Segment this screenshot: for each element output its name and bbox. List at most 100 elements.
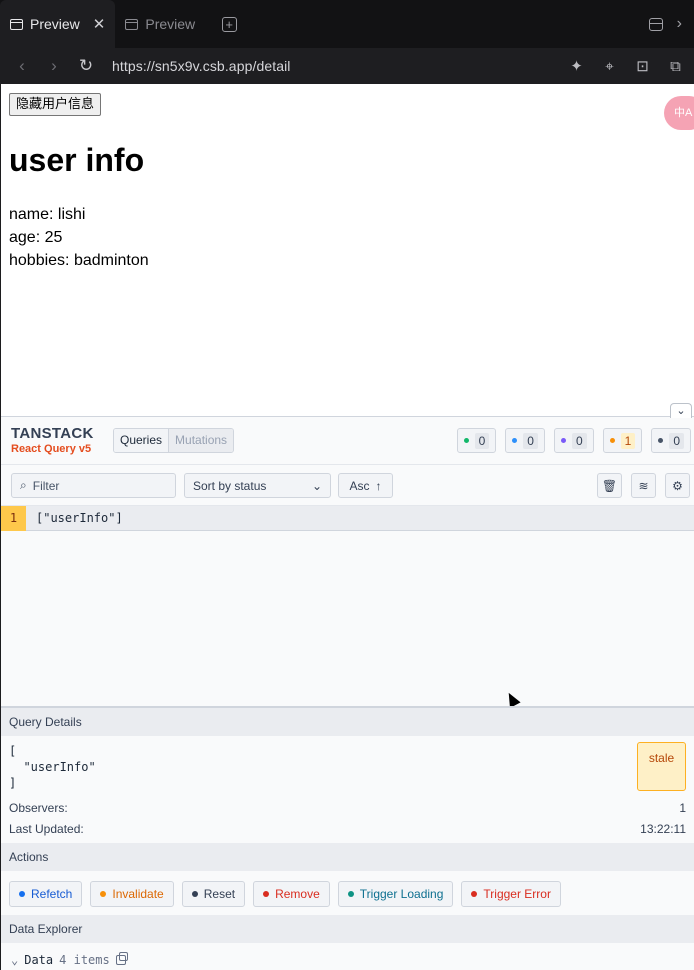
filter-input[interactable] — [32, 478, 153, 493]
query-key: ["userInfo"] — [36, 511, 123, 525]
status-count-badge[interactable]: 0 — [553, 428, 594, 453]
sort-order-label: Asc — [349, 478, 370, 493]
tab-preview[interactable]: Preview — [115, 0, 205, 48]
action-dot-icon — [191, 891, 198, 897]
terminal-icon[interactable]: ⊡ — [634, 58, 651, 75]
last-updated-value: 13:22:11 — [640, 822, 686, 836]
action-dot-icon — [347, 891, 354, 897]
status-count-badge[interactable]: 0 — [505, 428, 545, 453]
data-explorer-root[interactable]: ⌄ Data 4 items — [11, 952, 128, 967]
tab-label: Preview — [145, 16, 196, 32]
status-badge: stale — [637, 742, 686, 791]
chevron-down-icon: ⌄ — [311, 478, 322, 493]
action-label: Trigger Loading — [359, 887, 444, 901]
tab-queries[interactable]: Queries — [114, 429, 169, 452]
open-external-icon[interactable]: ⧉ — [667, 58, 684, 75]
hide-user-info-button[interactable]: 隐藏用户信息 — [9, 93, 102, 116]
reset-button[interactable]: Reset — [181, 881, 246, 907]
tab-preview-active[interactable]: Preview ✕ — [0, 0, 116, 48]
action-label: Reset — [203, 887, 236, 901]
action-label: Remove — [275, 887, 320, 901]
sort-select[interactable]: Sort by status ⌄ — [184, 473, 331, 498]
status-count-badge[interactable]: 0 — [456, 428, 497, 453]
tab-mutations[interactable]: Mutations — [168, 429, 234, 452]
filter-box[interactable]: ⌕ — [11, 473, 176, 498]
sparkle-icon[interactable]: ✦ — [568, 58, 585, 75]
query-details-panel: Query Details [ "userInfo" ] stale Obser… — [1, 706, 694, 970]
action-dot-icon — [19, 891, 25, 897]
status-dot-icon — [463, 438, 469, 443]
translate-icon[interactable]: 中A — [664, 96, 694, 130]
action-label: Invalidate — [112, 887, 164, 901]
status-count: 1 — [620, 432, 636, 449]
actions-bar: Refetch Invalidate Reset Remove Trigger Load… — [9, 881, 561, 907]
observer-count: 1 — [1, 505, 26, 531]
crosshair-icon[interactable]: ⌖ — [601, 58, 618, 75]
page-title: user info — [9, 142, 145, 178]
url-text[interactable]: https://sn5x9v.csb.app/detail — [112, 58, 291, 74]
status-dot-icon — [560, 438, 566, 443]
action-dot-icon — [100, 891, 107, 897]
status-count-badge[interactable]: 0 — [651, 428, 691, 453]
observers-row: Observers: 1 — [9, 801, 686, 815]
chevron-right-icon[interactable]: › — [677, 15, 682, 33]
gear-icon: ⚙ — [672, 478, 683, 493]
back-icon[interactable]: ‹ — [6, 56, 38, 76]
trigger-error-button[interactable]: Trigger Error — [461, 881, 561, 907]
action-dot-icon — [471, 891, 478, 897]
query-toolbar: ⌕ Sort by status ⌄ Asc ↑ 🗑︎ ≋ ⚙ — [1, 465, 694, 506]
browser-tab-bar: Preview ✕ Preview + › — [0, 0, 694, 48]
preview-page: 隐藏用户信息 中A user info name: lishi age: 25 … — [1, 84, 694, 416]
actions-heading: Actions — [1, 843, 694, 871]
refetch-button[interactable]: Refetch — [9, 881, 83, 907]
remove-button[interactable]: Remove — [253, 881, 330, 907]
status-dot-icon — [609, 438, 615, 443]
close-tab-icon[interactable]: ✕ — [93, 15, 106, 33]
new-tab-button[interactable]: + — [205, 0, 253, 48]
window-icon — [125, 18, 139, 30]
user-name: name: lishi — [9, 206, 86, 223]
user-hobbies: hobbies: badminton — [9, 252, 149, 269]
tanstack-logo[interactable]: TANSTACK — [11, 425, 94, 442]
tab-label: Preview — [30, 16, 80, 32]
data-label: Data — [24, 953, 54, 967]
clear-cache-button[interactable]: 🗑︎ — [597, 473, 622, 498]
react-query-version: React Query v5 — [11, 443, 92, 455]
user-age: age: 25 — [9, 229, 63, 246]
invalidate-button[interactable]: Invalidate — [90, 881, 174, 907]
status-count: 0 — [669, 432, 684, 449]
plus-icon: + — [221, 16, 237, 32]
status-dot-icon — [512, 438, 518, 443]
sort-order-button[interactable]: Asc ↑ — [338, 473, 393, 498]
query-devtools-panel: ⌄ TANSTACK React Query v5 Queries Mutati… — [1, 403, 694, 970]
window-icon — [10, 18, 23, 30]
status-count-badge[interactable]: 1 — [602, 428, 643, 453]
split-view-icon[interactable] — [648, 17, 663, 31]
view-toggle: Queries Mutations — [113, 428, 235, 453]
devtools-header: TANSTACK React Query v5 Queries Mutation… — [1, 417, 694, 465]
observers-value: 1 — [679, 801, 686, 815]
offline-toggle-button[interactable]: ≋ — [631, 473, 656, 498]
trigger-loading-button[interactable]: Trigger Loading — [337, 881, 454, 907]
action-label: Trigger Error — [483, 887, 551, 901]
copy-icon[interactable] — [115, 952, 128, 965]
last-updated-label: Last Updated: — [9, 822, 84, 836]
status-count: 0 — [474, 432, 490, 449]
query-key-line: "userInfo" — [9, 760, 96, 774]
last-updated-row: Last Updated: 13:22:11 — [9, 822, 686, 836]
action-dot-icon — [263, 891, 270, 897]
query-row[interactable]: 1 ["userInfo"] — [1, 505, 694, 531]
settings-button[interactable]: ⚙ — [665, 473, 690, 498]
collapse-devtools-button[interactable]: ⌄ — [670, 403, 692, 418]
address-bar: ‹ › ↻ https://sn5x9v.csb.app/detail ✦ ⌖ … — [0, 48, 694, 84]
query-key-line: [ — [9, 744, 17, 758]
action-label: Refetch — [31, 887, 73, 901]
status-dot-icon — [658, 438, 664, 443]
chevron-down-icon[interactable]: ⌄ — [11, 953, 18, 967]
reload-icon[interactable]: ↻ — [70, 56, 102, 76]
observers-label: Observers: — [9, 801, 68, 815]
sort-label: Sort by status — [193, 478, 267, 493]
data-count: 4 items — [59, 953, 110, 967]
status-count: 0 — [571, 432, 587, 449]
forward-icon[interactable]: › — [38, 56, 70, 76]
